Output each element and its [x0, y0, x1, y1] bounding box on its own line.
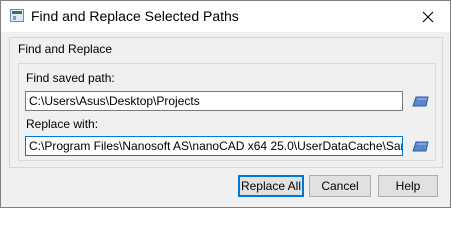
replace-with-input[interactable]: C:\Program Files\Nanosoft AS\nanoCAD x64…: [25, 136, 403, 156]
close-button[interactable]: [406, 1, 450, 32]
title-bar: Find and Replace Selected Paths: [1, 1, 450, 32]
close-icon: [422, 11, 434, 22]
find-path-value: C:\Users\Asus\Desktop\Projects: [29, 94, 200, 108]
window-title: Find and Replace Selected Paths: [31, 8, 239, 24]
find-path-label: Find saved path:: [26, 71, 115, 85]
replace-browse-folder-icon[interactable]: [412, 139, 430, 153]
replace-with-label: Replace with:: [26, 117, 99, 131]
find-replace-group: Find and Replace Find saved path: C:\Use…: [9, 37, 443, 168]
find-path-input[interactable]: C:\Users\Asus\Desktop\Projects: [25, 91, 403, 111]
cancel-button[interactable]: Cancel: [309, 175, 371, 197]
find-replace-dialog: Find and Replace Selected Paths Find and…: [0, 0, 451, 208]
help-button[interactable]: Help: [378, 175, 438, 197]
group-title: Find and Replace: [18, 42, 113, 56]
paths-panel: Find saved path: C:\Users\Asus\Desktop\P…: [18, 63, 436, 161]
app-icon: [10, 9, 24, 22]
replace-all-button[interactable]: Replace All: [238, 175, 304, 197]
replace-with-value: C:\Program Files\Nanosoft AS\nanoCAD x64…: [29, 139, 403, 153]
find-browse-folder-icon[interactable]: [412, 94, 430, 108]
